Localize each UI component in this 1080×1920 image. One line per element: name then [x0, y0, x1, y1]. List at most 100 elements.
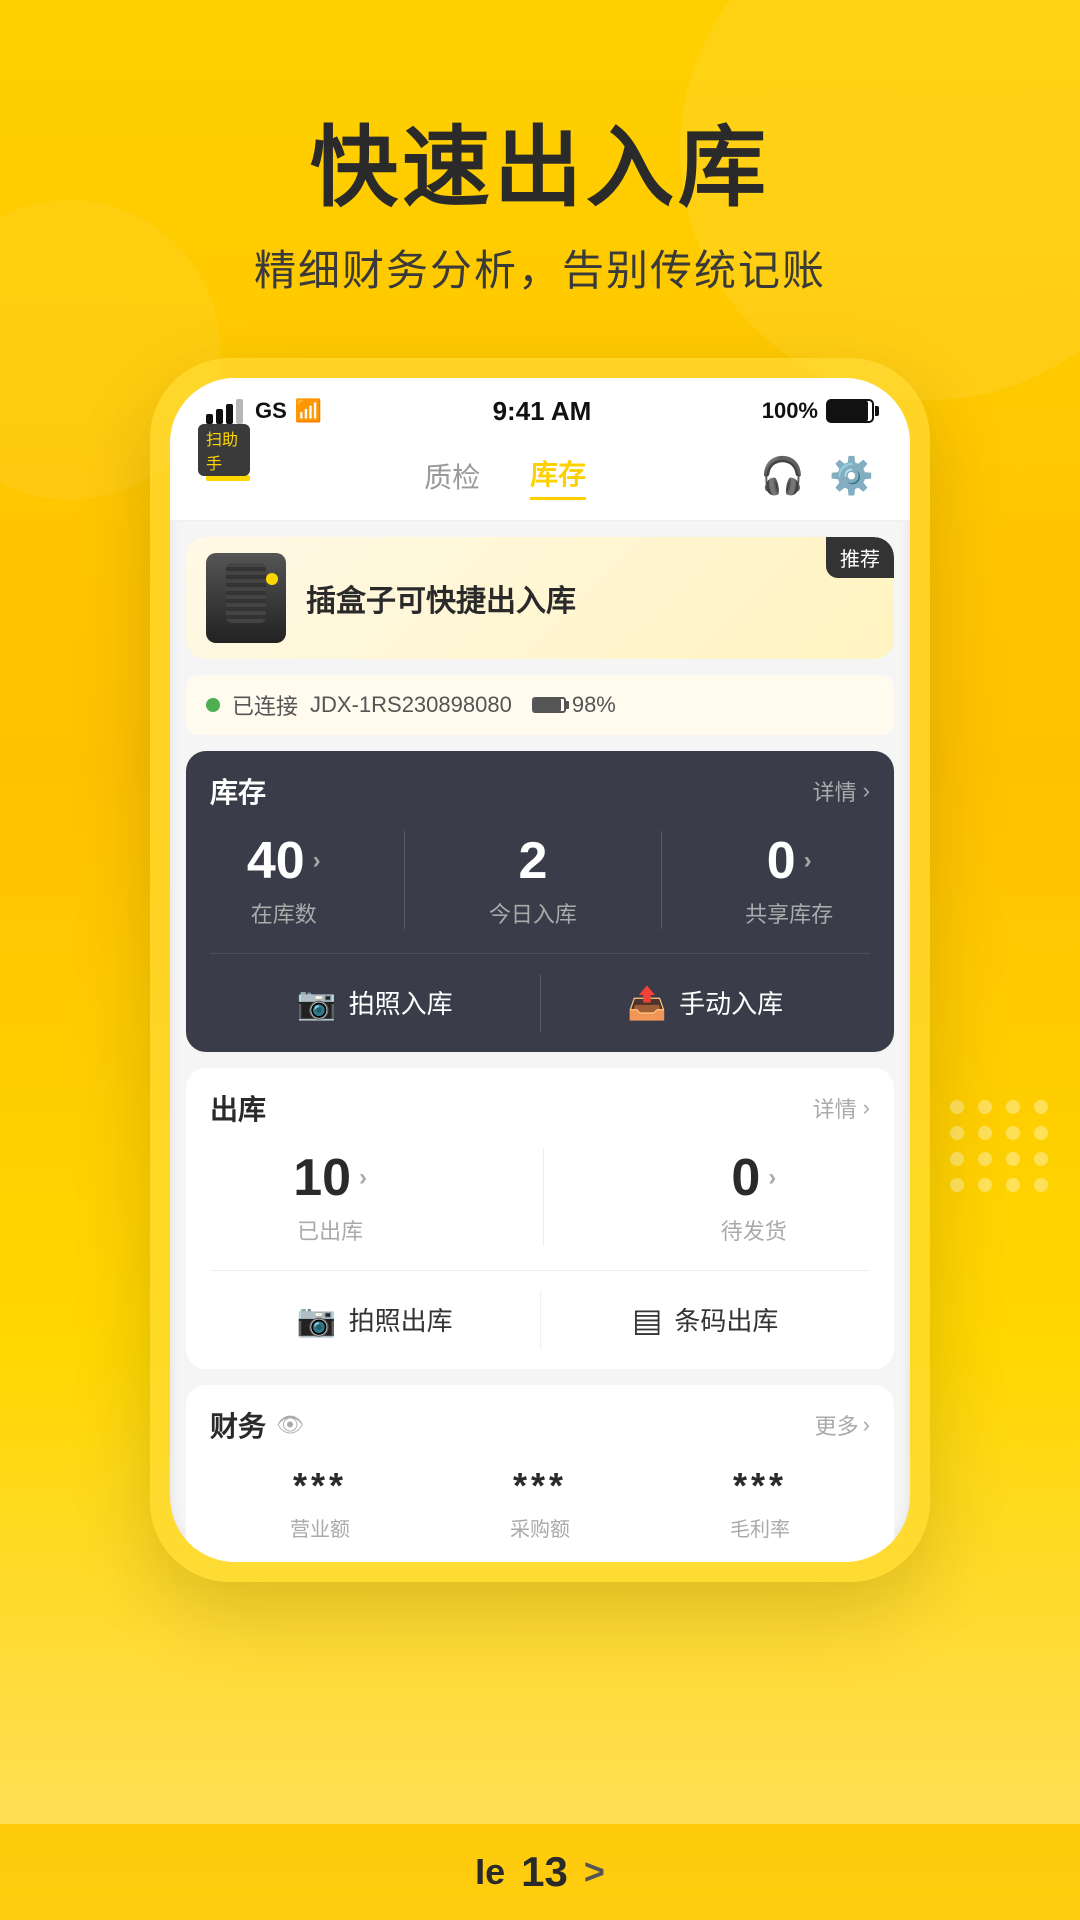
tab-quality[interactable]: 质检	[424, 456, 480, 496]
page-number: 13	[521, 1848, 568, 1896]
main-title: 快速出入库	[0, 120, 1080, 217]
manual-in-label: 手动入库	[679, 984, 783, 1021]
shared-value: 0	[767, 831, 796, 891]
outbound-stats: 10 › 已出库 0 › 待发货	[210, 1148, 870, 1246]
nav-bar: 扫助手 质检 库存 🎧 ⚙️	[170, 437, 910, 521]
stat-today-in[interactable]: 2 今日入库	[489, 831, 577, 929]
battery-percentage: 100%	[762, 398, 818, 424]
logo-wrap: 扫助手	[206, 454, 250, 498]
pending-label: 待发货	[721, 1214, 787, 1246]
connection-bar: 已连接 JDX-1RS230898080 98%	[186, 675, 894, 735]
manual-icon: 📤	[627, 984, 667, 1022]
revenue-label: 营业额	[290, 1513, 350, 1542]
status-right: 100%	[762, 398, 874, 424]
carrier-label: GS	[255, 398, 287, 424]
inventory-title: 库存	[210, 771, 266, 811]
product-image	[206, 553, 286, 643]
tab-inventory[interactable]: 库存	[530, 453, 586, 500]
finance-stats: *** 营业额 *** 采购额 *** 毛利率	[210, 1465, 870, 1542]
purchase-label: 采购额	[510, 1513, 570, 1542]
inventory-section: 库存 详情 › 40 › 在库数	[186, 751, 894, 1052]
chevron-right-icon: ›	[863, 778, 870, 804]
arrow-icon-3: ›	[359, 1164, 367, 1192]
time-display: 9:41 AM	[493, 396, 592, 427]
photo-in-btn[interactable]: 📷 拍照入库	[210, 974, 541, 1032]
out-value: 10	[293, 1148, 351, 1208]
more-label: 更多	[815, 1409, 859, 1441]
signal-icon	[206, 399, 243, 424]
finance-purchase: *** 采购额	[510, 1465, 570, 1542]
status-left: GS 📶	[206, 398, 322, 424]
in-stock-value: 40	[247, 831, 305, 891]
finance-revenue: *** 营业额	[290, 1465, 350, 1542]
stat-out[interactable]: 10 › 已出库	[293, 1148, 367, 1246]
barcode-icon: ▤	[632, 1301, 662, 1339]
inventory-detail[interactable]: 详情 ›	[813, 775, 870, 807]
phone-mockup: GS 📶 9:41 AM 100% 扫助手	[0, 358, 1080, 1582]
page-label: Ie	[475, 1851, 505, 1893]
camera-out-icon: 📷	[297, 1301, 337, 1339]
barcode-out-btn[interactable]: ▤ 条码出库	[541, 1291, 871, 1349]
out-label: 已出库	[293, 1214, 367, 1246]
outbound-title: 出库	[210, 1088, 266, 1128]
manual-in-btn[interactable]: 📤 手动入库	[541, 974, 871, 1032]
finance-title-wrap: 财务 👁	[210, 1405, 304, 1445]
margin-value: ***	[730, 1465, 790, 1507]
outbound-actions: 📷 拍照出库 ▤ 条码出库	[210, 1270, 870, 1349]
pending-value: 0	[731, 1148, 760, 1208]
stat-in-stock[interactable]: 40 › 在库数	[247, 831, 321, 929]
barcode-out-label: 条码出库	[674, 1301, 778, 1338]
scan-badge: 扫助手	[198, 424, 250, 476]
outbound-detail[interactable]: 详情 ›	[813, 1092, 870, 1124]
arrow-icon-2: ›	[804, 847, 812, 875]
device-battery: 98%	[532, 692, 616, 718]
photo-out-btn[interactable]: 📷 拍照出库	[210, 1291, 541, 1349]
photo-out-label: 拍照出库	[349, 1301, 453, 1338]
eye-icon[interactable]: 👁	[276, 1412, 304, 1438]
nav-tabs: 质检 库存	[424, 453, 586, 500]
battery-icon	[826, 399, 874, 423]
today-in-value: 2	[518, 831, 547, 891]
finance-header: 财务 👁 更多 ›	[210, 1405, 870, 1445]
battery-value: 98%	[572, 692, 616, 718]
more-link[interactable]: 更多 ›	[815, 1409, 870, 1441]
support-icon[interactable]: 🎧	[760, 455, 805, 497]
inventory-stats: 40 › 在库数 2 今日入库	[210, 831, 870, 929]
revenue-value: ***	[290, 1465, 350, 1507]
purchase-value: ***	[510, 1465, 570, 1507]
chevron-icon: >	[584, 1851, 605, 1893]
finance-title: 财务	[210, 1405, 266, 1445]
in-stock-label: 在库数	[247, 897, 321, 929]
bottom-bar: Ie 13 >	[0, 1824, 1080, 1920]
connection-dot	[206, 698, 220, 712]
outbound-header: 出库 详情 ›	[210, 1088, 870, 1128]
stat-pending[interactable]: 0 › 待发货	[721, 1148, 787, 1246]
outbound-section: 出库 详情 › 10 › 已出库	[186, 1068, 894, 1369]
inventory-actions: 📷 拍照入库 📤 手动入库	[210, 953, 870, 1032]
margin-label: 毛利率	[730, 1513, 790, 1542]
arrow-icon: ›	[313, 847, 321, 875]
status-bar: GS 📶 9:41 AM 100%	[170, 378, 910, 437]
connection-label: 已连接	[232, 689, 298, 721]
finance-section: 财务 👁 更多 › *** 营业额 *** 采购额	[186, 1385, 894, 1562]
stat-shared[interactable]: 0 › 共享库存	[745, 831, 833, 929]
chevron-right-icon-3: ›	[863, 1412, 870, 1438]
product-title: 插盒子可快捷出入库	[306, 576, 576, 620]
inventory-header: 库存 详情 ›	[210, 771, 870, 811]
sub-title: 精细财务分析，告别传统记账	[0, 237, 1080, 298]
header-section: 快速出入库 精细财务分析，告别传统记账	[0, 0, 1080, 298]
app-logo: 扫助手	[206, 454, 250, 498]
shared-label: 共享库存	[745, 897, 833, 929]
device-id: JDX-1RS230898080	[310, 692, 512, 718]
today-in-label: 今日入库	[489, 897, 577, 929]
settings-icon[interactable]: ⚙️	[829, 455, 874, 497]
wifi-icon: 📶	[295, 398, 322, 424]
chevron-right-icon-2: ›	[863, 1095, 870, 1121]
photo-in-label: 拍照入库	[349, 984, 453, 1021]
recommend-badge: 推荐	[826, 537, 894, 578]
finance-margin: *** 毛利率	[730, 1465, 790, 1542]
product-banner[interactable]: 插盒子可快捷出入库 推荐	[186, 537, 894, 659]
page-indicator: Ie 13 >	[475, 1848, 605, 1896]
nav-icons: 🎧 ⚙️	[760, 455, 874, 497]
arrow-icon-4: ›	[768, 1164, 776, 1192]
